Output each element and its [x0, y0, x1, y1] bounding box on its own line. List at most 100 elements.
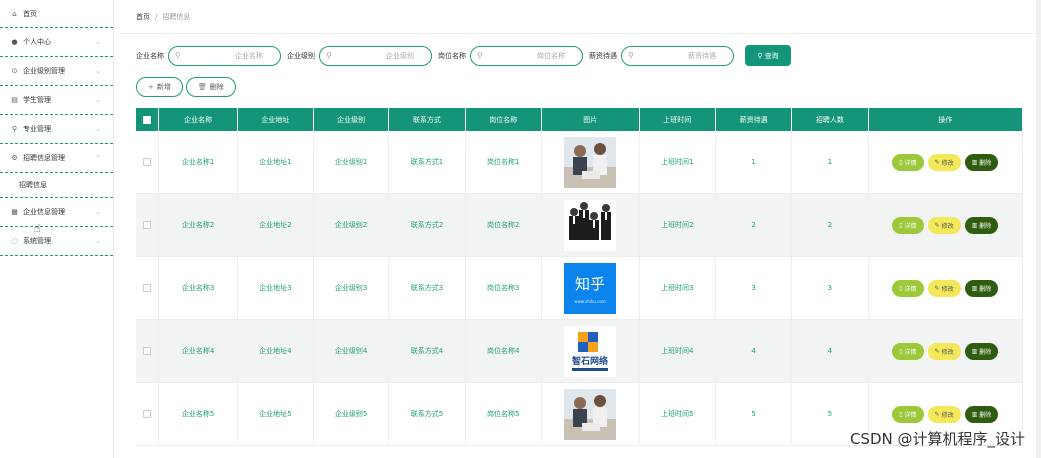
add-button-label: 新增	[156, 83, 171, 91]
company-level-input[interactable]: ⚲ 企业级别	[319, 45, 432, 66]
detail-button[interactable]: ▯ 详情	[892, 405, 924, 423]
row-delete-button[interactable]: ▥ 删除	[964, 342, 999, 360]
row-checkbox[interactable]	[143, 410, 152, 418]
trash-icon: ▥	[971, 347, 978, 355]
row-select-cell	[136, 131, 160, 193]
chevron-down-icon: ⌄	[95, 208, 101, 216]
detail-button-label: 详情	[904, 222, 917, 230]
cell-job-name: 岗位名称4	[466, 320, 542, 382]
row-delete-button[interactable]: ▥ 删除	[964, 216, 999, 234]
delete-button-label: 删除	[209, 83, 224, 91]
hand-cursor-icon: ☝	[34, 222, 41, 235]
header-company-level: 企业级别	[314, 108, 390, 131]
header-hire-count: 招聘人数	[792, 108, 869, 131]
sidebar-item-home[interactable]: ⌂ 首页	[0, 0, 113, 28]
detail-button[interactable]: ▯ 详情	[892, 342, 924, 360]
cell-image	[542, 194, 640, 256]
document-icon: ▯	[899, 158, 903, 166]
search-bar: 企业名称 ⚲ 企业名称 企业级别 ⚲ 企业级别 岗位名称 ⚲ 岗位名称 薪资待遇…	[136, 45, 791, 66]
grid-icon: ▦	[11, 208, 18, 216]
cell-company-name: 企业名称1	[159, 131, 238, 193]
cell-operations: ▯ 详情 ✎ 修改 ▥ 删除	[869, 320, 1023, 382]
header-image: 图片	[542, 108, 640, 131]
row-delete-button-label: 删除	[979, 411, 992, 419]
detail-button[interactable]: ▯ 详情	[892, 216, 924, 234]
chevron-down-icon: ⌄	[95, 38, 101, 46]
cell-job-name: 岗位名称5	[466, 383, 542, 445]
row-delete-button[interactable]: ▥ 删除	[964, 153, 999, 171]
salary-input[interactable]: ⚲ 薪资待遇	[621, 45, 734, 66]
sidebar-item-label: 招聘信息管理	[23, 154, 65, 162]
cell-contact: 联系方式5	[389, 383, 466, 445]
edit-button[interactable]: ✎ 修改	[927, 216, 961, 234]
edit-button[interactable]: ✎ 修改	[927, 405, 961, 423]
chevron-down-icon: ⌄	[95, 125, 101, 133]
cell-contact: 联系方式2	[389, 194, 466, 256]
trash-icon: ▥	[971, 221, 978, 229]
sidebar-item-label: 企业级别管理	[23, 67, 65, 75]
company-name-input[interactable]: ⚲ 企业名称	[168, 45, 281, 66]
row-delete-button[interactable]: ▥ 删除	[964, 279, 999, 297]
cell-image	[542, 383, 640, 445]
chevron-down-icon: ⌄	[95, 67, 101, 75]
add-button[interactable]: + 新增	[136, 77, 183, 97]
select-all-checkbox[interactable]	[143, 115, 152, 124]
row-delete-button-label: 删除	[979, 348, 992, 356]
cell-hire-count: 3	[792, 257, 869, 319]
chevron-up-icon: ⌃	[95, 154, 101, 162]
row-delete-button[interactable]: ▥ 删除	[964, 405, 999, 423]
sidebar-item-major[interactable]: ⚲ 专业管理 ⌄	[0, 115, 113, 144]
breadcrumb-home[interactable]: 首页	[136, 12, 150, 22]
job-image	[564, 199, 617, 251]
cell-job-name: 岗位名称3	[466, 257, 542, 319]
svg-text:知乎: 知乎	[575, 275, 605, 293]
delete-button[interactable]: 🗑 删除	[185, 77, 236, 97]
cell-operations: ▯ 详情 ✎ 修改 ▥ 删除	[869, 131, 1023, 193]
sidebar-item-personal[interactable]: ● 个人中心 ⌄	[0, 28, 113, 57]
sidebar-item-enterprise-level[interactable]: ⊙ 企业级别管理 ⌄	[0, 57, 113, 86]
table-row: 企业名称3 企业地址3 企业级别3 联系方式3 岗位名称3 知乎 www.zhihu.com…	[136, 257, 1023, 320]
detail-button[interactable]: ▯ 详情	[892, 279, 924, 297]
svg-text:www.zhihu.com: www.zhihu.com	[575, 299, 606, 304]
chevron-down-icon: ⌄	[95, 96, 101, 104]
detail-button[interactable]: ▯ 详情	[892, 153, 924, 171]
row-checkbox[interactable]	[143, 284, 152, 292]
table-icon: ▤	[11, 96, 18, 104]
document-icon: ▯	[899, 284, 903, 292]
sidebar-item-label: 个人中心	[23, 38, 51, 46]
sidebar-item-enterprise-info[interactable]: ▦ 企业信息管理 ⌄	[0, 198, 113, 227]
sidebar-item-label: 学生管理	[23, 96, 51, 104]
document-icon: ▯	[899, 347, 903, 355]
edit-button-label: 修改	[941, 348, 954, 356]
row-checkbox[interactable]	[143, 158, 152, 166]
cell-work-time: 上班时间4	[640, 320, 716, 382]
edit-button[interactable]: ✎ 修改	[927, 279, 961, 297]
mic-icon: ⚲	[11, 125, 18, 133]
search-button[interactable]: ⚲ 查询	[745, 45, 791, 66]
sidebar-item-students[interactable]: ▤ 学生管理 ⌄	[0, 86, 113, 115]
scrollbar[interactable]	[1036, 0, 1041, 458]
job-name-input[interactable]: ⚲ 岗位名称	[470, 45, 583, 66]
sidebar-item-recruitment[interactable]: ⚙ 招聘信息管理 ⌃	[0, 144, 113, 173]
row-checkbox[interactable]	[143, 347, 152, 355]
trash-icon: ▥	[971, 284, 978, 292]
cell-image	[542, 131, 640, 193]
row-checkbox[interactable]	[143, 221, 152, 229]
chevron-down-icon: ⌄	[95, 237, 101, 245]
pencil-icon: ✎	[934, 284, 940, 292]
input-placeholder: 企业级别	[386, 51, 414, 60]
cell-hire-count: 2	[792, 194, 869, 256]
field-label: 企业名称	[136, 51, 164, 60]
sidebar-subitem-recruitment-info[interactable]: 招聘信息	[0, 173, 113, 198]
recruitment-table: 企业名称 企业地址 企业级别 联系方式 岗位名称 图片 上班时间 薪资待遇 招聘…	[136, 108, 1023, 446]
power-icon: ◌	[11, 237, 18, 245]
cell-company-name: 企业名称2	[159, 194, 238, 256]
search-icon: ⚲	[757, 51, 763, 60]
breadcrumb-separator: /	[155, 12, 158, 21]
edit-button[interactable]: ✎ 修改	[927, 342, 961, 360]
sidebar-item-label: 系统管理	[23, 237, 51, 245]
edit-button[interactable]: ✎ 修改	[927, 153, 961, 171]
gear-icon: ⚙	[11, 154, 18, 162]
sidebar-item-system[interactable]: ◌ 系统管理 ⌄	[0, 227, 113, 256]
main-content: 首页 / 招聘信息 企业名称 ⚲ 企业名称 企业级别 ⚲ 企业级别 岗位名称 ⚲…	[116, 0, 1036, 458]
